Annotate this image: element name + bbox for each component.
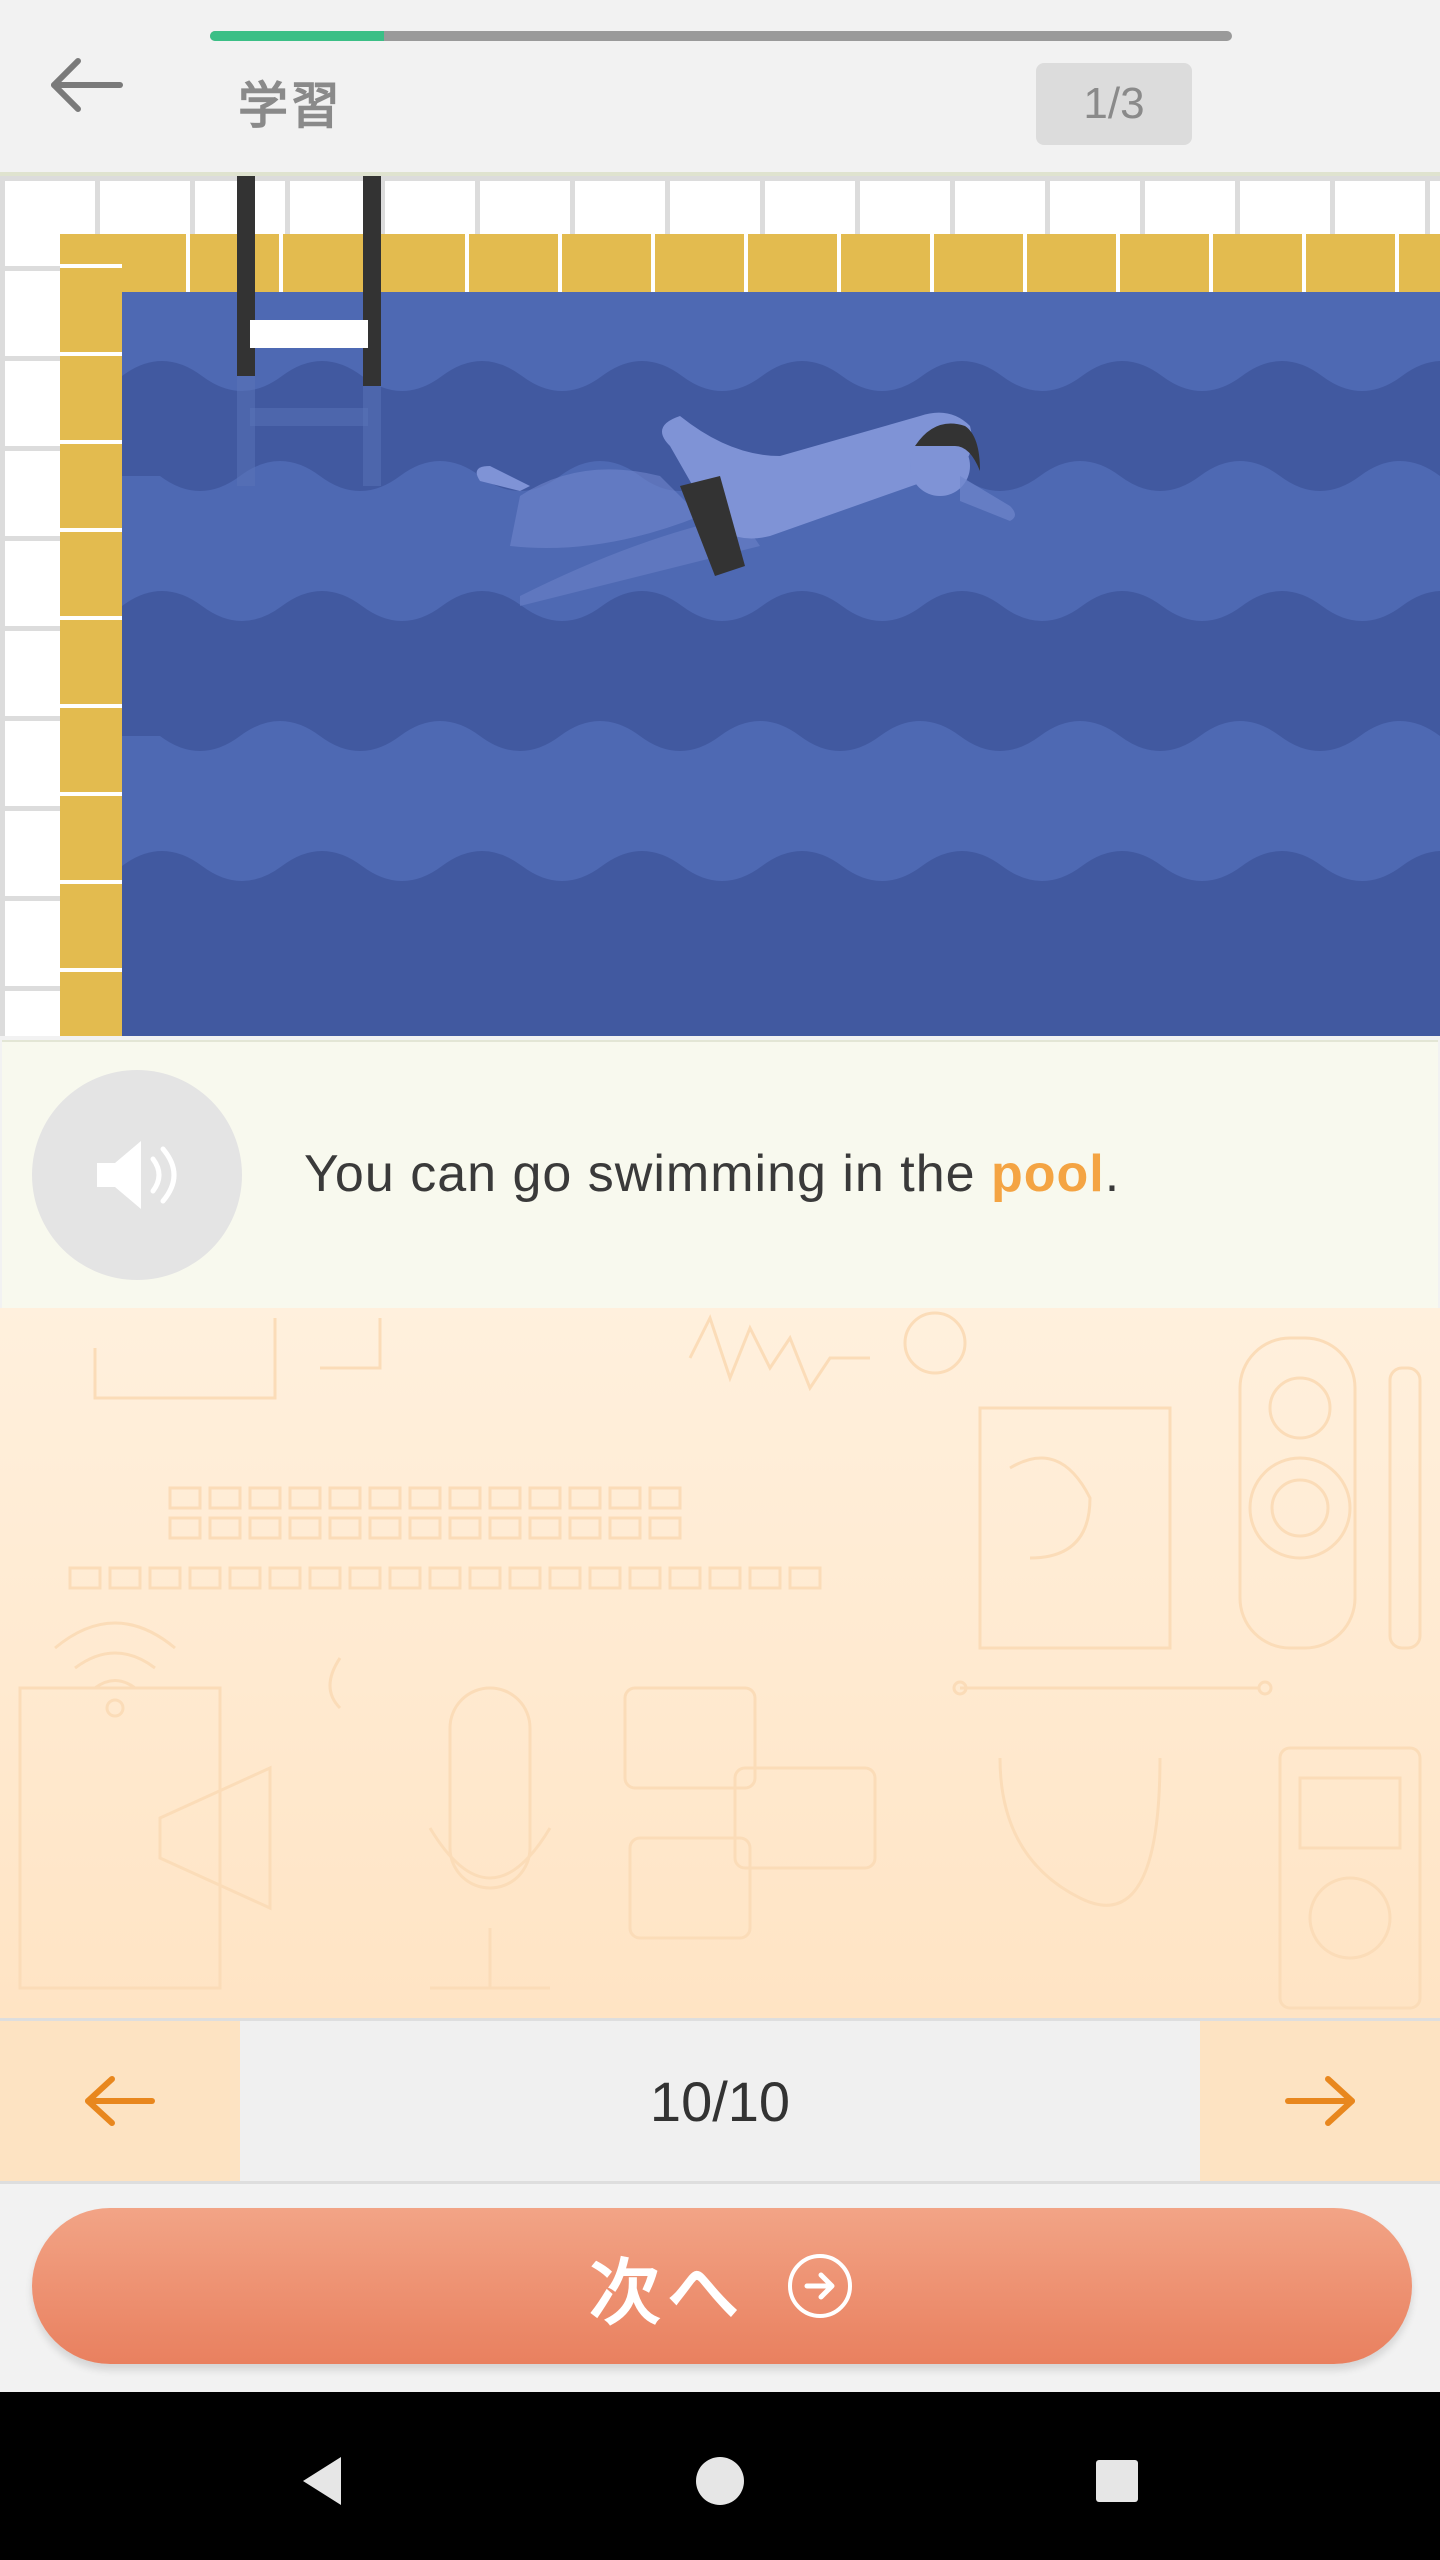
card-pager: 10/10	[0, 2018, 1440, 2184]
circle-home-icon	[696, 2457, 744, 2505]
sentence-before: You can go swimming in the	[304, 1145, 992, 1203]
triangle-back-icon	[303, 2457, 341, 2505]
square-recents-icon	[1096, 2460, 1138, 2502]
speaker-icon	[97, 1141, 177, 1209]
lesson-progress-fill	[210, 31, 384, 41]
next-button-label: 次へ	[588, 2253, 745, 2334]
card-counter: 10/10	[649, 2069, 791, 2133]
previous-card-button[interactable]	[0, 2021, 240, 2181]
step-counter-badge: 1/3	[1036, 63, 1192, 145]
system-recents-button[interactable]	[1072, 2436, 1162, 2526]
arrow-left-icon	[51, 58, 123, 112]
pool-illustration	[0, 176, 1440, 1036]
next-button[interactable]: 次へ	[32, 2208, 1412, 2364]
header-bar: 学習 1/3	[0, 0, 1440, 176]
sentence-after: .	[1104, 1145, 1121, 1203]
system-back-button[interactable]	[277, 2436, 367, 2526]
example-sentence: You can go swimming in the pool.	[304, 1144, 1120, 1204]
lesson-progress-bar	[210, 31, 1232, 41]
arrow-left-icon	[85, 2076, 155, 2126]
system-home-button[interactable]	[675, 2436, 765, 2526]
sentence-highlight-word: pool	[991, 1145, 1105, 1203]
back-button[interactable]	[36, 40, 136, 130]
decorative-pattern	[0, 1308, 1440, 2018]
system-nav-bar	[0, 2392, 1440, 2560]
arrow-right-icon	[1285, 2076, 1355, 2126]
next-card-button[interactable]	[1200, 2021, 1440, 2181]
play-audio-button[interactable]	[32, 1070, 242, 1280]
sentence-card: You can go swimming in the pool.	[2, 1040, 1438, 1310]
circle-arrow-right-icon	[788, 2254, 852, 2318]
page-title: 学習	[238, 78, 342, 134]
